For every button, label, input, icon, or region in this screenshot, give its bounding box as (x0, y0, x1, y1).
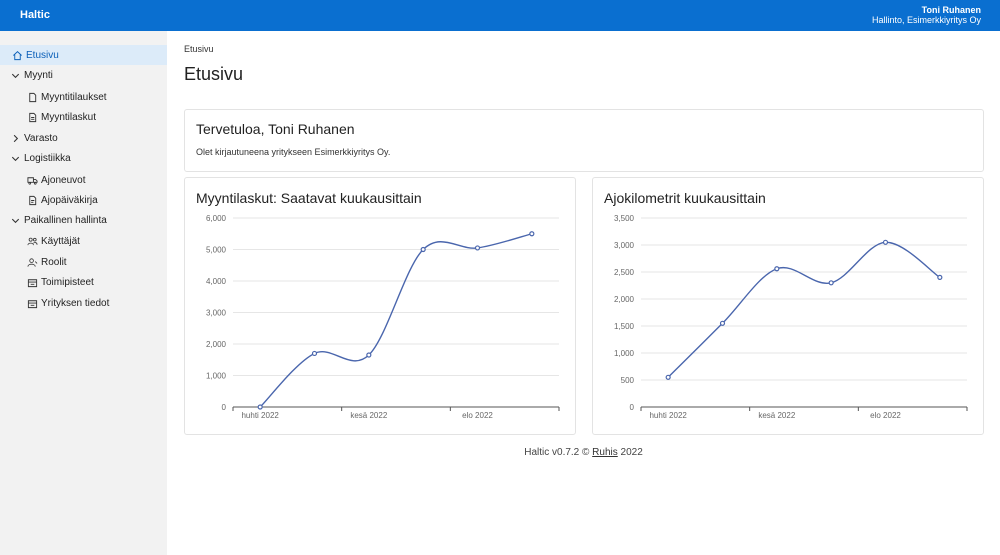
sidebar-item-myyntilaskut[interactable]: Myyntilaskut (0, 107, 167, 127)
data-point[interactable] (257, 404, 263, 410)
logbook-icon (26, 194, 38, 206)
document-icon (26, 91, 38, 103)
data-point[interactable] (311, 350, 318, 357)
y-tick-label: 4,000 (206, 277, 227, 286)
sidebar-item-label: Logistiikka (24, 152, 71, 164)
sidebar-item-toimipisteet[interactable]: Toimipisteet (0, 272, 167, 292)
series-line (667, 241, 941, 378)
page-title: Etusivu (184, 64, 244, 84)
y-tick-label: 2,000 (206, 340, 227, 349)
users-icon (26, 235, 38, 247)
y-tick-label: 0 (222, 403, 227, 412)
sidebar-item-yrityksen-tiedot[interactable]: Yrityksen tiedot (0, 293, 167, 313)
user-name: Toni Ruhanen (921, 5, 981, 15)
home-icon (11, 49, 23, 61)
sidebar-item-label: Toimipisteet (41, 276, 94, 288)
x-tick-label: huhti 2022 (649, 411, 687, 420)
data-point[interactable] (719, 320, 726, 326)
chevron-down-icon (9, 152, 21, 164)
sidebar-group-logistiikka[interactable]: Logistiikka (0, 148, 167, 168)
sidebar-item-label: Myyntitilaukset (41, 91, 107, 103)
y-tick-label: 3,000 (614, 241, 635, 250)
x-tick-label: elo 2022 (462, 411, 493, 420)
footer: Haltic v0.7.2 © Ruhis 2022 (167, 447, 1000, 458)
y-tick-label: 2,000 (614, 295, 635, 304)
brand-link[interactable]: Haltic (20, 9, 50, 21)
y-tick-label: 2,500 (614, 268, 635, 277)
welcome-text: Olet kirjautuneena yritykseen Esimerkkiy… (196, 147, 391, 157)
sidebar-item-etusivu[interactable]: Etusivu (0, 45, 167, 65)
sidebar-item-kayttajat[interactable]: Käyttäjät (0, 231, 167, 251)
data-point[interactable] (529, 231, 535, 237)
sidebar-item-myyntitilaukset[interactable]: Myyntitilaukset (0, 87, 167, 107)
welcome-title: Tervetuloa, Toni Ruhanen (196, 121, 355, 137)
y-tick-label: 1,000 (206, 372, 227, 381)
roles-icon (26, 256, 38, 268)
footer-year: 2022 (617, 447, 643, 458)
data-point[interactable] (420, 246, 426, 253)
sidebar-item-label: Roolit (41, 256, 67, 268)
sidebar-item-label: Myyntilaskut (41, 111, 97, 123)
sidebar: Etusivu Myynti Myyntitilaukset Myyntilas… (0, 31, 167, 555)
footer-version: Haltic v0.7.2 © (524, 447, 593, 458)
chevron-down-icon (9, 214, 21, 226)
data-point[interactable] (474, 245, 481, 251)
main-content: Etusivu Etusivu Tervetuloa, Toni Ruhanen… (167, 31, 1000, 555)
sidebar-item-ajoneuvot[interactable]: Ajoneuvot (0, 170, 167, 190)
user-menu[interactable]: Toni Ruhanen Hallinto, Esimerkkiyritys O… (872, 5, 981, 25)
data-point[interactable] (774, 266, 780, 272)
x-tick-label: kesä 2022 (350, 411, 387, 420)
y-tick-label: 5,000 (206, 246, 227, 255)
y-tick-label: 1,000 (614, 349, 635, 358)
truck-icon (26, 174, 38, 186)
data-point[interactable] (882, 239, 889, 245)
x-tick-label: kesä 2022 (758, 411, 795, 420)
sidebar-item-label: Ajopäiväkirja (41, 194, 98, 206)
y-tick-label: 6,000 (206, 214, 227, 223)
welcome-card: Tervetuloa, Toni Ruhanen Olet kirjautune… (184, 109, 984, 172)
top-navbar: Haltic Toni Ruhanen Hallinto, Esimerkkiy… (0, 0, 1000, 31)
sidebar-item-roolit[interactable]: Roolit (0, 252, 167, 272)
invoice-icon (26, 111, 38, 123)
sidebar-item-label: Etusivu (26, 49, 59, 61)
data-point[interactable] (665, 374, 671, 380)
user-organization: Hallinto, Esimerkkiyritys Oy (871, 15, 981, 25)
sidebar-item-label: Yrityksen tiedot (41, 297, 110, 309)
sidebar-group-varasto[interactable]: Varasto (0, 128, 167, 148)
breadcrumb[interactable]: Etusivu (184, 44, 214, 54)
chart-card-kilometers: Ajokilometrit kuukausittain 0 500 1,000 1,5… (592, 177, 984, 435)
series-line (259, 233, 533, 408)
chevron-down-icon (9, 69, 21, 81)
y-tick-label: 1,500 (614, 322, 635, 331)
receivables-line-chart: 0 1,000 2,000 3,000 4,000 5,000 6,000 huhti 202… (206, 214, 560, 420)
kilometers-line-chart: 0 500 1,000 1,500 2,000 2,500 3,000 3,500 huhti … (614, 214, 968, 420)
sidebar-item-ajopaivakirja[interactable]: Ajopäiväkirja (0, 190, 167, 210)
y-tick-label: 3,500 (614, 214, 635, 223)
company-icon (26, 297, 38, 309)
data-point[interactable] (828, 280, 834, 286)
sidebar-item-label: Ajoneuvot (41, 174, 86, 186)
building-icon (26, 276, 38, 288)
sidebar-group-paikallinen-hallinta[interactable]: Paikallinen hallinta (0, 210, 167, 230)
data-point[interactable] (937, 274, 943, 281)
sidebar-item-label: Käyttäjät (41, 235, 80, 247)
chart-card-receivables: Myyntilaskut: Saatavat kuukausittain 0 1,… (184, 177, 576, 435)
y-tick-label: 500 (621, 376, 635, 385)
sidebar-item-label: Varasto (24, 132, 58, 144)
sidebar-group-myynti[interactable]: Myynti (0, 65, 167, 85)
footer-author-link[interactable]: Ruhis (592, 447, 618, 458)
x-tick-label: huhti 2022 (241, 411, 279, 420)
y-tick-label: 3,000 (206, 309, 227, 318)
x-tick-label: elo 2022 (870, 411, 901, 420)
sidebar-item-label: Paikallinen hallinta (24, 214, 107, 226)
sidebar-item-label: Myynti (24, 69, 53, 81)
data-point[interactable] (366, 352, 372, 358)
chevron-right-icon (9, 132, 21, 144)
y-tick-label: 0 (630, 403, 635, 412)
